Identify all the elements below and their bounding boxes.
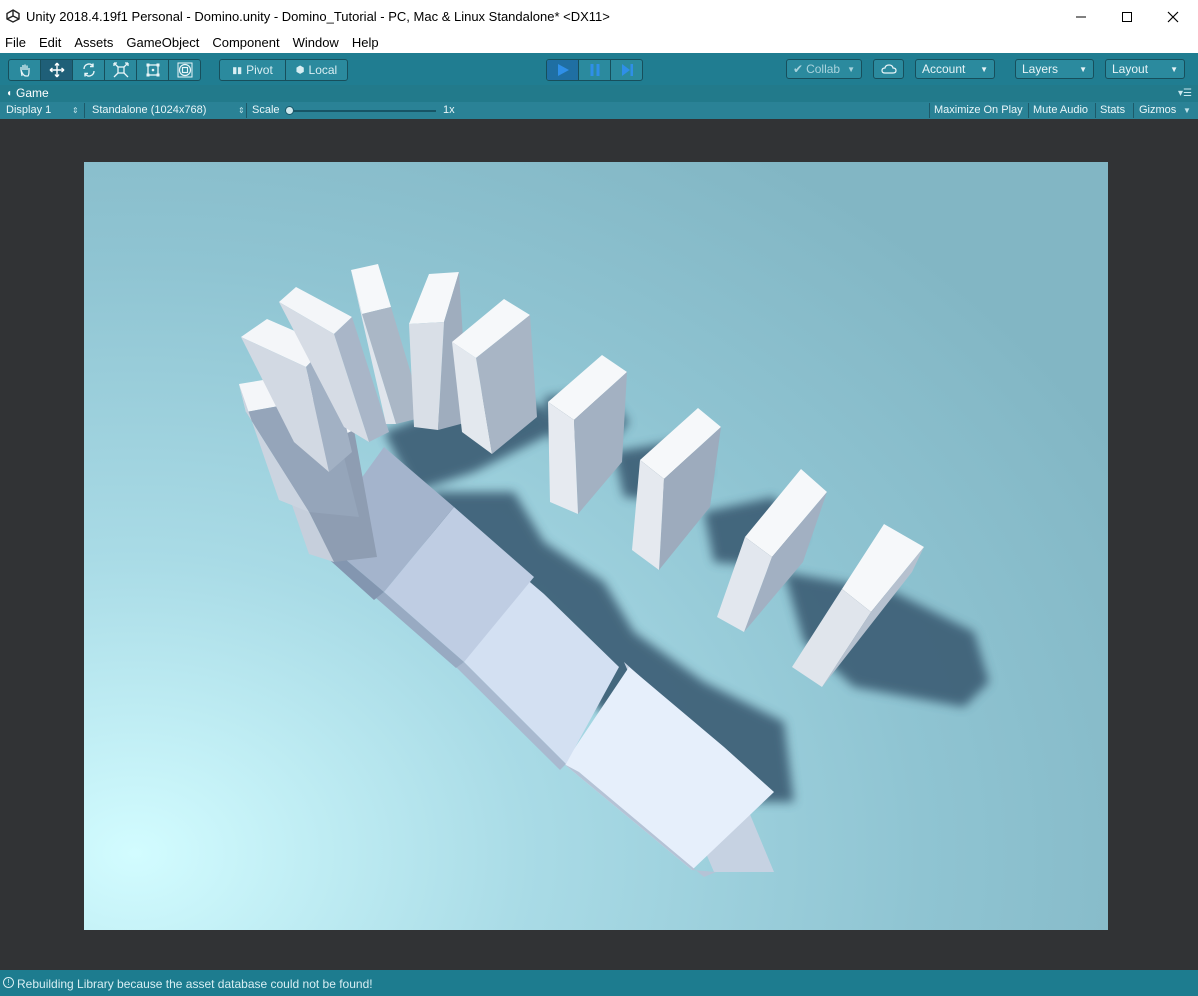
chevron-down-icon: ▼ (980, 64, 988, 74)
move-icon (49, 62, 64, 78)
minimize-icon (1076, 16, 1086, 17)
account-label: Account (922, 62, 966, 76)
chevron-down-icon[interactable]: ▼ (1183, 102, 1191, 119)
pivot-icon: ▮▮ (232, 64, 243, 75)
divider (929, 103, 930, 118)
minimize-button[interactable] (1058, 0, 1104, 33)
rect-tool-icon (146, 63, 159, 77)
game-controls-bar: Display 1 ⇕ Standalone (1024x768) ⇕ Scal… (0, 102, 1198, 119)
scale-slider-track[interactable] (289, 110, 436, 112)
local-button[interactable]: ⬢ Local (286, 60, 347, 80)
chevron-down-icon: ▼ (847, 64, 855, 74)
window-title: Unity 2018.4.19f1 Personal - Domino.unit… (26, 9, 610, 24)
local-cube-icon: ⬢ (295, 64, 305, 76)
scale-label: Scale (252, 104, 280, 116)
menu-bar: File Edit Assets GameObject Component Wi… (0, 33, 1198, 53)
resolution-select-arrows-icon: ⇕ (238, 106, 245, 115)
menu-assets[interactable]: Assets (68, 33, 120, 53)
collab-check-icon: ✔ (793, 62, 804, 76)
game-render[interactable] (84, 162, 1108, 930)
display-select-arrows-icon: ⇕ (72, 106, 79, 115)
pivot-button[interactable]: ▮▮ Pivot (220, 60, 286, 80)
pause-button[interactable] (579, 60, 611, 80)
info-icon: ! (3, 977, 14, 988)
divider (84, 103, 85, 118)
mute-audio-toggle[interactable]: Mute Audio (1033, 102, 1088, 119)
chevron-down-icon: ▼ (1170, 64, 1178, 74)
divider (1028, 103, 1029, 118)
cloud-button[interactable] (873, 59, 904, 79)
divider (1095, 103, 1096, 118)
maximize-on-play-toggle[interactable]: Maximize On Play (934, 102, 1023, 119)
layout-dropdown[interactable]: Layout ▼ (1105, 59, 1185, 79)
ground-plane (84, 162, 1108, 930)
display-select[interactable]: Display 1 (6, 102, 51, 119)
scale-tool-button[interactable] (105, 60, 137, 80)
transform-icon (177, 62, 192, 78)
status-bar: ! Rebuilding Library because the asset d… (0, 970, 1198, 996)
layout-label: Layout (1112, 62, 1149, 76)
menu-help[interactable]: Help (346, 33, 386, 53)
layers-label: Layers (1022, 62, 1059, 76)
move-tool-button[interactable] (41, 60, 73, 80)
menu-component[interactable]: Component (206, 33, 286, 53)
menu-gameobject[interactable]: GameObject (120, 33, 206, 53)
menu-window[interactable]: Window (287, 33, 346, 53)
main-toolbar: ▮▮ Pivot ⬢ Local ✔ Collab ▼ Account ▼ La… (0, 53, 1198, 85)
menu-edit[interactable]: Edit (33, 33, 68, 53)
close-button[interactable] (1150, 0, 1196, 33)
collab-label: Collab (806, 62, 841, 76)
game-controller-icon: ◖ (6, 87, 13, 99)
divider (246, 103, 247, 118)
game-tab-header: ◖ Game ▾☰ (0, 85, 1198, 102)
step-icon (621, 64, 633, 76)
hand-icon (19, 64, 30, 77)
pivot-label: Pivot (246, 63, 273, 77)
play-icon (557, 64, 569, 76)
stats-toggle[interactable]: Stats (1100, 102, 1125, 119)
playback-controls (546, 59, 643, 81)
pause-icon (590, 64, 599, 76)
unity-logo-icon (6, 9, 20, 23)
divider (1133, 103, 1134, 118)
close-icon (1167, 11, 1179, 22)
account-dropdown[interactable]: Account ▼ (915, 59, 995, 79)
game-viewport (0, 119, 1198, 970)
title-bar: Unity 2018.4.19f1 Personal - Domino.unit… (0, 0, 1198, 33)
hand-tool-button[interactable] (9, 60, 41, 80)
transform-tool-button[interactable] (169, 60, 200, 80)
scale-slider-handle[interactable] (285, 106, 294, 115)
scale-icon (112, 62, 129, 78)
rotate-tool-button[interactable] (73, 60, 105, 80)
layers-dropdown[interactable]: Layers ▼ (1015, 59, 1094, 79)
collab-dropdown[interactable]: ✔ Collab ▼ (786, 59, 862, 79)
menu-file[interactable]: File (0, 33, 33, 53)
domino-scene (84, 162, 1108, 930)
rect-tool-button[interactable] (137, 60, 169, 80)
pivot-toggle-group: ▮▮ Pivot ⬢ Local (219, 59, 348, 81)
tab-game-label: Game (16, 86, 49, 100)
gizmos-toggle[interactable]: Gizmos (1139, 102, 1176, 119)
scale-value: 1x (443, 104, 455, 116)
tab-game[interactable]: ◖ Game (6, 86, 49, 100)
transform-tools (8, 59, 201, 81)
maximize-button[interactable] (1104, 0, 1150, 33)
local-label: Local (308, 63, 338, 77)
rotate-icon (82, 63, 95, 77)
step-button[interactable] (611, 60, 642, 80)
maximize-icon (1122, 11, 1132, 22)
panel-menu-icon[interactable]: ▾☰ (1178, 88, 1192, 99)
resolution-select[interactable]: Standalone (1024x768) (92, 102, 206, 119)
play-button[interactable] (547, 60, 579, 80)
chevron-down-icon: ▼ (1079, 64, 1087, 74)
cloud-icon (880, 64, 897, 74)
status-message[interactable]: Rebuilding Library because the asset dat… (17, 977, 373, 991)
